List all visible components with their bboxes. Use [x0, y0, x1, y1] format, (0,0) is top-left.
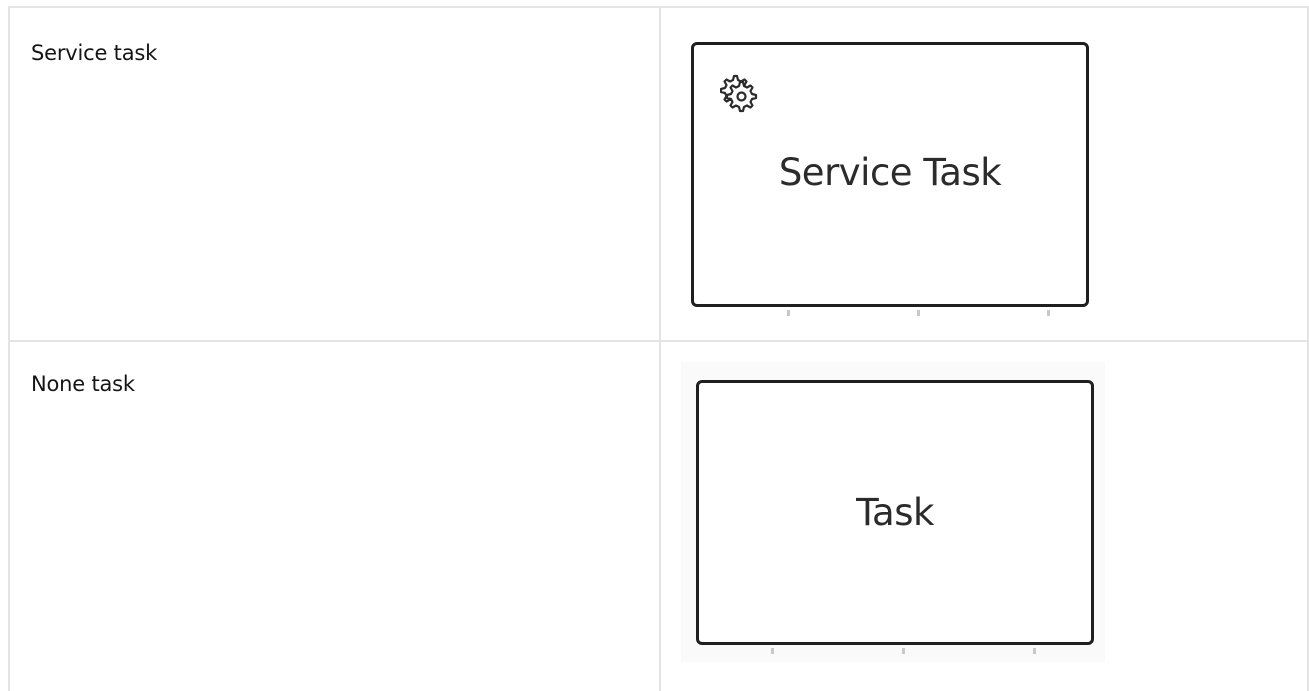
connector-tick	[902, 648, 905, 654]
connector-tick	[1047, 310, 1050, 316]
table-cell-label: None task	[8, 340, 661, 691]
service-task-diagram: Service Task	[687, 38, 1089, 316]
connector-tick	[787, 310, 790, 316]
connector-tick	[771, 648, 774, 654]
table-cell-label: Service task	[8, 6, 661, 342]
service-task-shape: Service Task	[691, 42, 1089, 307]
table-row: Service task Service Task	[8, 6, 1309, 342]
page: Service task Service Task None task Task	[0, 0, 1309, 691]
table-row: None task Task	[8, 340, 1309, 691]
none-task-shape: Task	[696, 380, 1094, 645]
task-type-label: None task	[31, 372, 135, 396]
table-cell-shape: Task	[659, 340, 1309, 691]
connector-tick	[917, 310, 920, 316]
task-title: Task	[856, 491, 934, 534]
none-task-diagram: Task	[681, 362, 1105, 662]
task-title: Service Task	[778, 151, 1002, 194]
task-type-label: Service task	[31, 41, 158, 65]
table-cell-shape: Service Task	[659, 6, 1309, 342]
task-type-table: Service task Service Task None task Task	[8, 6, 1309, 691]
connector-tick	[1033, 648, 1036, 654]
gear-icon	[720, 74, 758, 113]
